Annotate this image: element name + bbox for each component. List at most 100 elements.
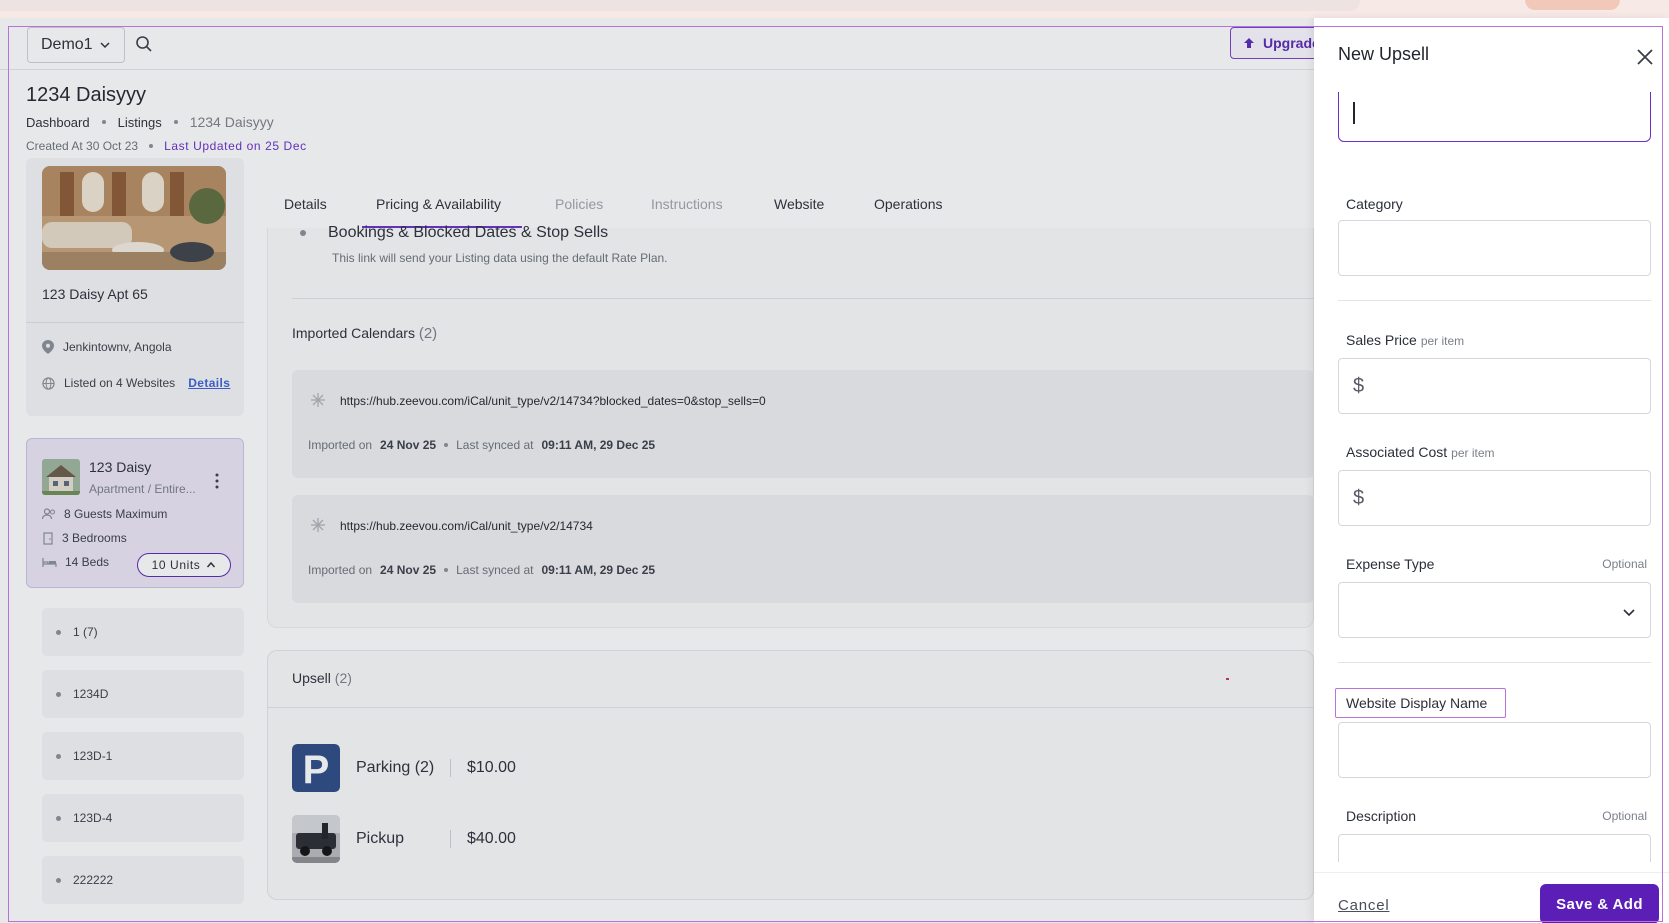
- unit-card[interactable]: 123 Daisy Apartment / Entire... 8 Guests…: [26, 438, 244, 588]
- upsell-name: Parking (2): [356, 759, 435, 776]
- currency-symbol: $: [1353, 375, 1365, 397]
- synced-prefix: Last synced at: [456, 438, 534, 452]
- bullet: [56, 629, 61, 635]
- unit-thumbnail: [42, 459, 80, 495]
- calendar-url[interactable]: https://hub.zeevou.com/iCal/unit_type/v2…: [340, 519, 593, 533]
- associated-cost-input[interactable]: $: [1338, 470, 1651, 526]
- bullet: [56, 877, 61, 883]
- created-at: Created At 30 Oct 23: [26, 139, 139, 153]
- imported-prefix: Imported on: [308, 563, 373, 577]
- address-bar[interactable]: [0, 0, 1360, 11]
- meta-separator: [149, 144, 154, 148]
- pickup-photo: [292, 815, 340, 863]
- listing-name: 123 Daisy Apt 65: [42, 286, 148, 302]
- breadcrumb-dashboard[interactable]: Dashboard: [26, 115, 90, 130]
- subunit-item[interactable]: 123D-4: [42, 794, 244, 842]
- subunit-item[interactable]: 222222: [42, 856, 244, 904]
- browser-top-strip: [0, 0, 1669, 18]
- sales-price-input[interactable]: $: [1338, 358, 1651, 414]
- tab-policies[interactable]: Policies: [555, 196, 603, 212]
- imported-calendars-label: Imported Calendars: [292, 325, 415, 341]
- description-input[interactable]: [1338, 834, 1651, 862]
- sync-bullet: Bookings & Blocked Dates & Stop Sells: [300, 224, 608, 242]
- divider: [292, 298, 1314, 299]
- cancel-button[interactable]: Cancel: [1338, 897, 1390, 914]
- subunit-item[interactable]: 1 (7): [42, 608, 244, 656]
- imported-date: 24 Nov 25: [380, 438, 437, 452]
- tab-operations[interactable]: Operations: [874, 196, 942, 212]
- listing-location: Jenkintownv, Angola: [42, 340, 172, 354]
- page-title: 1234 Daisyyy: [26, 84, 147, 106]
- upsell-title: Upsell (2): [292, 670, 352, 686]
- tab-details[interactable]: Details: [284, 196, 327, 212]
- websites-text: Listed on 4 Websites: [64, 376, 176, 390]
- units-toggle-button[interactable]: 10 Units: [137, 553, 231, 577]
- upsell-name: Pickup: [356, 830, 405, 847]
- details-link[interactable]: Details: [188, 376, 230, 390]
- listing-card: 123 Daisy Apt 65 Jenkintownv, Angola Lis…: [26, 158, 244, 416]
- expense-type-label: Expense Type: [1346, 556, 1435, 572]
- location-pin-icon: [42, 340, 54, 354]
- sync-snowflake-icon: [311, 518, 325, 532]
- globe-icon: [42, 376, 55, 390]
- sales-price-suffix: per item: [1420, 334, 1465, 348]
- profile-pill[interactable]: [1525, 0, 1620, 10]
- expense-type-select[interactable]: [1338, 582, 1651, 638]
- category-input[interactable]: [1338, 220, 1651, 276]
- last-updated: Last Updated on 25 Dec: [164, 139, 307, 153]
- account-select-label: Demo1: [41, 36, 93, 53]
- chevron-down-icon: [1623, 609, 1635, 617]
- listing-meta: Created At 30 Oct 23 Last Updated on 25 …: [26, 139, 307, 153]
- calendar-url[interactable]: https://hub.zeevou.com/iCal/unit_type/v2…: [340, 394, 766, 408]
- calendar-meta: Imported on 24 Nov 25 Last synced at 09:11…: [308, 563, 655, 577]
- imported-calendar-card: https://hub.zeevou.com/iCal/unit_type/v2…: [292, 370, 1314, 478]
- upsell-count: (2): [334, 670, 352, 686]
- drawer-footer: Cancel Save & Add: [1314, 872, 1669, 923]
- close-icon[interactable]: [1636, 48, 1654, 66]
- divider: [268, 707, 1314, 708]
- tab-instructions[interactable]: Instructions: [651, 196, 723, 212]
- category-label: Category: [1346, 196, 1403, 212]
- divider: [26, 322, 244, 323]
- sync-bullet-title: Bookings & Blocked Dates & Stop Sells: [328, 224, 609, 241]
- subunit-item[interactable]: 1234D: [42, 670, 244, 718]
- calendar-meta: Imported on 24 Nov 25 Last synced at 09:11…: [308, 438, 655, 452]
- website-display-name-input[interactable]: [1338, 722, 1651, 778]
- location-text: Jenkintownv, Angola: [63, 340, 172, 354]
- tab-pricing-availability[interactable]: Pricing & Availability: [376, 196, 501, 212]
- svg-text:P: P: [303, 748, 330, 792]
- house-image: [42, 459, 80, 495]
- unit-guests: 8 Guests Maximum: [42, 507, 167, 521]
- indicator-dot: [1226, 678, 1229, 680]
- breadcrumb-separator: [101, 120, 106, 124]
- breadcrumb-listings[interactable]: Listings: [118, 115, 162, 130]
- sales-price-label: Sales Price per item: [1346, 332, 1464, 348]
- bullet: [56, 691, 61, 697]
- chevron-up-icon: [207, 561, 216, 568]
- tab-website[interactable]: Website: [774, 196, 824, 212]
- synced-prefix: Last synced at: [456, 563, 534, 577]
- bedrooms-text: 3 Bedrooms: [62, 531, 127, 545]
- imported-date: 24 Nov 25: [380, 563, 437, 577]
- save-and-add-button[interactable]: Save & Add: [1540, 884, 1659, 923]
- unit-title: 123 Daisy: [89, 459, 152, 475]
- account-select[interactable]: Demo1: [27, 27, 125, 63]
- separator: [450, 759, 451, 777]
- unit-bedrooms: 3 Bedrooms: [42, 531, 127, 545]
- optional-hint: Optional: [1602, 809, 1647, 823]
- units-toggle-label: 10 Units: [151, 558, 201, 572]
- living-room-image: [42, 166, 226, 270]
- name-input[interactable]: [1338, 92, 1651, 142]
- breadcrumb-current: 1234 Daisyyy: [189, 114, 274, 130]
- description-label: Description: [1346, 808, 1417, 824]
- unit-beds: 14 Beds: [42, 555, 109, 569]
- subunit-item[interactable]: 123D-1: [42, 732, 244, 780]
- more-options-icon[interactable]: [211, 472, 223, 490]
- breadcrumb: Dashboard Listings 1234 Daisyyy: [26, 114, 274, 130]
- upsell-item[interactable]: P Parking (2) $10.00: [292, 744, 516, 792]
- synced-time: 09:11 AM, 29 Dec 25: [541, 563, 656, 577]
- text-caret: [1353, 102, 1355, 124]
- subunit-label: 123D-4: [73, 811, 113, 825]
- search-icon[interactable]: [134, 34, 154, 54]
- upsell-item[interactable]: Pickup $40.00: [292, 815, 516, 863]
